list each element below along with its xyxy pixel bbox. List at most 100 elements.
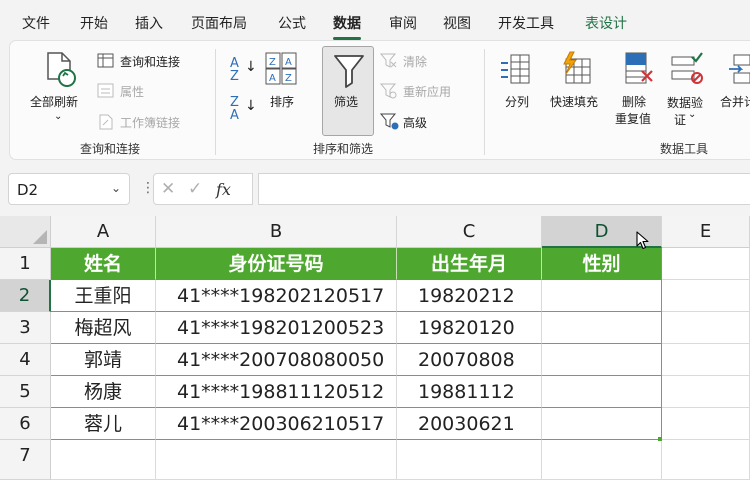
remove-duplicates-label-2: 重复值 — [615, 112, 652, 126]
empty-cell[interactable] — [662, 280, 750, 312]
name-box[interactable]: D2 ⌄ — [8, 173, 130, 205]
enter-icon[interactable]: ✓ — [188, 179, 202, 199]
column-header-c[interactable]: C — [397, 216, 542, 248]
chevron-down-icon[interactable]: ⌄ — [111, 181, 121, 195]
name-box-value: D2 — [17, 181, 39, 199]
data-validation-label-2: 证 — [674, 113, 687, 127]
row-header-1[interactable]: 1 — [0, 248, 51, 280]
empty-cell[interactable] — [156, 440, 397, 480]
flash-fill-label: 快速填充 — [550, 95, 599, 109]
empty-cell[interactable] — [542, 440, 662, 480]
mouse-cursor-icon — [636, 231, 649, 250]
sort-arrow-down-icon: ↓ — [245, 59, 257, 75]
table-cell[interactable]: 梅超风 — [51, 312, 156, 344]
sort-label: 排序 — [270, 95, 295, 109]
row-header-2[interactable]: 2 — [0, 280, 51, 312]
tab-developer[interactable]: 开发工具 — [498, 13, 554, 33]
table-cell[interactable] — [542, 312, 662, 344]
text-to-columns-icon — [501, 54, 530, 84]
sort-dialog-icon: ZA AZ — [265, 52, 297, 85]
table-cell[interactable]: 41****198811120512 — [156, 376, 397, 408]
formula-bar: D2 ⌄ ⋮ ✕ ✓ fx — [0, 168, 750, 210]
table-header-cell[interactable]: 身份证号码 — [156, 248, 397, 280]
table-cell[interactable]: 41****200708080050 — [156, 344, 397, 376]
table-cell[interactable]: 19881112 — [397, 376, 542, 408]
tab-file[interactable]: 文件 — [22, 13, 50, 33]
properties-label: 属性 — [120, 85, 145, 99]
advanced-filter-icon — [380, 113, 399, 130]
data-validation-label-1: 数据验 — [667, 96, 704, 110]
chevron-down-icon: ⌄ — [688, 109, 697, 120]
empty-cell[interactable] — [397, 440, 542, 480]
table-cell[interactable]: 19820120 — [397, 312, 542, 344]
empty-cell[interactable] — [662, 440, 750, 480]
row-header-4[interactable]: 4 — [0, 344, 51, 376]
formula-input[interactable] — [258, 173, 750, 205]
insert-function-icon[interactable]: fx — [216, 180, 231, 199]
column-header-a[interactable]: A — [51, 216, 156, 248]
table-cell[interactable]: 41****200306210517 — [156, 408, 397, 440]
filter-button[interactable]: 筛选 — [322, 46, 374, 136]
ribbon-separator — [484, 49, 485, 155]
tab-table-design[interactable]: 表设计 — [585, 13, 627, 33]
table-cell[interactable]: 王重阳 — [51, 280, 156, 312]
table-cell[interactable]: 杨康 — [51, 376, 156, 408]
tab-home[interactable]: 开始 — [80, 13, 108, 33]
table-header-cell[interactable]: 性别 — [542, 248, 662, 280]
table-header-cell[interactable]: 出生年月 — [397, 248, 542, 280]
select-all-button[interactable] — [0, 216, 51, 248]
empty-cell[interactable] — [662, 248, 750, 280]
table-cell[interactable] — [542, 344, 662, 376]
row-header-6[interactable]: 6 — [0, 408, 51, 440]
tab-insert[interactable]: 插入 — [135, 13, 163, 33]
tab-formulas[interactable]: 公式 — [278, 13, 306, 33]
column-header-e[interactable]: E — [662, 216, 750, 248]
table-cell[interactable]: 郭靖 — [51, 344, 156, 376]
table-resize-handle[interactable] — [658, 437, 662, 441]
tab-data[interactable]: 数据 — [333, 13, 361, 40]
cancel-icon[interactable]: ✕ — [161, 179, 175, 199]
table-cell[interactable] — [542, 376, 662, 408]
table-header-cell[interactable]: 姓名 — [51, 248, 156, 280]
table-cell[interactable]: 41****198201200523 — [156, 312, 397, 344]
row-header-5[interactable]: 5 — [0, 376, 51, 408]
query-connect-label: 查询和连接 — [120, 55, 181, 69]
table-cell[interactable]: 20030621 — [397, 408, 542, 440]
reapply-label: 重新应用 — [403, 85, 452, 99]
text-to-columns-label: 分列 — [505, 95, 530, 109]
row-header-3[interactable]: 3 — [0, 312, 51, 344]
table-cell[interactable] — [542, 408, 662, 440]
tab-review[interactable]: 审阅 — [389, 13, 417, 33]
table-query-icon — [97, 53, 114, 68]
remove-duplicates-icon — [625, 52, 653, 84]
empty-cell[interactable] — [662, 376, 750, 408]
empty-cell[interactable] — [51, 440, 156, 480]
table-cell[interactable]: 41****198202120517 — [156, 280, 397, 312]
formula-buttons: ✕ ✓ fx — [153, 173, 253, 205]
chevron-down-icon: ⌄ — [54, 111, 63, 122]
table-cell[interactable]: 20070808 — [397, 344, 542, 376]
worksheet-grid[interactable]: A B C D E 1 2 3 4 5 6 7 姓名 身份证号码 出生年月 性别… — [0, 216, 750, 480]
svg-text:A: A — [269, 73, 276, 84]
table-cell-selected[interactable] — [542, 280, 662, 312]
filter-funnel-icon — [334, 55, 364, 88]
svg-text:A: A — [285, 57, 292, 68]
properties-icon — [97, 83, 114, 98]
svg-text:Z: Z — [269, 57, 276, 68]
table-cell[interactable]: 蓉儿 — [51, 408, 156, 440]
link-icon — [99, 114, 113, 130]
row-header-7[interactable]: 7 — [0, 440, 51, 480]
table-border — [661, 248, 662, 440]
empty-cell[interactable] — [662, 344, 750, 376]
table-cell[interactable]: 19820212 — [397, 280, 542, 312]
empty-cell[interactable] — [662, 408, 750, 440]
workbook-links-label: 工作簿链接 — [120, 116, 181, 130]
clear-label: 清除 — [403, 55, 428, 69]
empty-cell[interactable] — [662, 312, 750, 344]
sort-arrow-down-icon: ↓ — [245, 98, 257, 114]
tab-page-layout[interactable]: 页面布局 — [191, 13, 247, 33]
column-header-b[interactable]: B — [156, 216, 397, 248]
sort-za-icon: ZA — [230, 95, 239, 123]
tab-view[interactable]: 视图 — [443, 13, 471, 33]
remove-duplicates-label-1: 删除 — [622, 95, 647, 109]
